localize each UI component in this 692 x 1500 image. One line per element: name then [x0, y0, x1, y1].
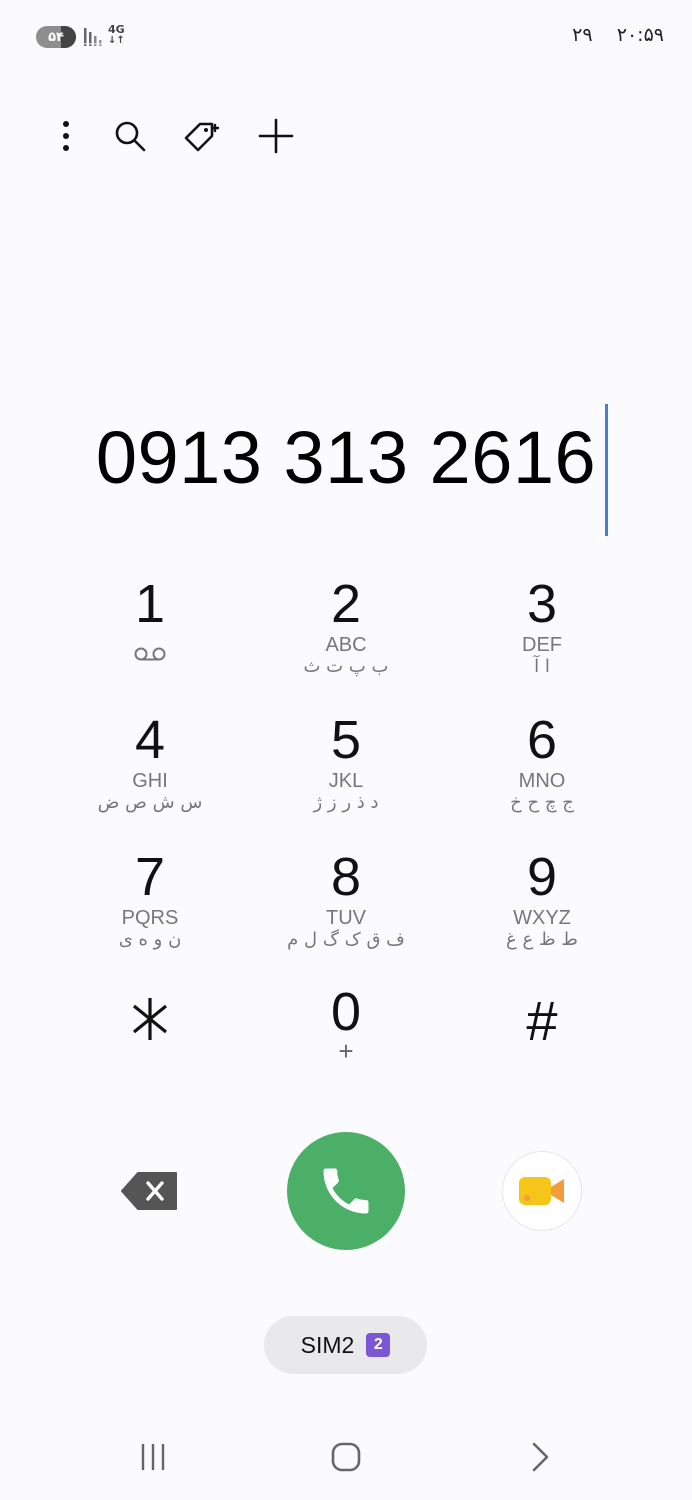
key-digit: 1: [134, 574, 166, 634]
backspace-icon: [121, 1172, 177, 1210]
key-digit: 4: [134, 710, 166, 770]
key-letters: TUV: [326, 907, 366, 929]
status-clock: ۲۰:۵۹: [616, 24, 664, 46]
tag-button[interactable]: [178, 112, 226, 160]
key-persian-letters: ج چ ح خ: [510, 792, 574, 813]
key-persian-letters: ن و ه ی: [118, 929, 182, 950]
key-8[interactable]: 8 TUV ف ق ک گ ل م: [246, 849, 446, 979]
key-digit: 8: [330, 847, 362, 907]
key-2[interactable]: 2 ABC ب پ ت ث: [246, 576, 446, 706]
voicemail-icon: [134, 647, 166, 661]
back-button[interactable]: [510, 1432, 570, 1482]
status-time: ۲۹ ۲۰:۵۹: [572, 24, 664, 46]
key-letters: PQRS: [121, 907, 179, 929]
sim-selector-button[interactable]: SIM2 2: [264, 1316, 427, 1374]
more-options-button[interactable]: [42, 112, 90, 160]
key-0[interactable]: 0 +: [246, 984, 446, 1114]
key-letters: MNO: [518, 770, 566, 792]
key-6[interactable]: 6 MNO ج چ ح خ: [442, 712, 642, 842]
add-contact-button[interactable]: [252, 112, 300, 160]
video-camera-icon: [519, 1177, 564, 1205]
sim-badge: 2: [366, 1333, 391, 1357]
key-3[interactable]: 3 DEF ا آ: [442, 576, 642, 706]
key-persian-letters: ا آ: [534, 656, 550, 677]
key-star[interactable]: [50, 990, 250, 1120]
key-letters: JKL: [328, 770, 364, 792]
sim-label: SIM2: [300, 1331, 355, 1358]
call-button[interactable]: [287, 1132, 405, 1250]
home-button[interactable]: [316, 1432, 376, 1482]
key-digit: #: [526, 989, 558, 1052]
backspace-button[interactable]: [118, 1170, 180, 1212]
key-hash[interactable]: #: [442, 990, 642, 1120]
key-1[interactable]: 1: [50, 576, 250, 706]
add-icon: [258, 118, 294, 154]
phone-icon: [323, 1168, 369, 1214]
search-icon: [115, 121, 146, 152]
key-plus: +: [338, 1036, 354, 1066]
key-digit: 2: [330, 574, 362, 634]
key-7[interactable]: 7 PQRS ن و ه ی: [50, 849, 250, 979]
key-persian-letters: ب پ ت ث: [303, 656, 389, 677]
key-persian-letters: س ش ص ض: [97, 792, 203, 813]
signal-strength-icon: [84, 28, 102, 46]
key-digit: 3: [526, 574, 558, 634]
key-5[interactable]: 5 JKL د ذ ر ز ژ: [246, 712, 446, 842]
key-persian-letters: د ذ ر ز ژ: [313, 792, 379, 813]
battery-indicator: ۵۴: [36, 26, 76, 48]
key-letters: GHI: [132, 770, 168, 792]
more-options-icon: [63, 121, 69, 151]
chevron-right-icon: [532, 1442, 549, 1472]
key-4[interactable]: 4 GHI س ش ص ض: [50, 712, 250, 842]
key-digit: 6: [526, 710, 558, 770]
home-icon: [331, 1442, 361, 1472]
key-9[interactable]: 9 WXYZ ط ظ ع غ: [442, 849, 642, 979]
network-type: 4G ↓↑: [108, 23, 125, 46]
search-button[interactable]: [106, 112, 154, 160]
key-digit: 9: [526, 847, 558, 907]
key-letters: WXYZ: [513, 907, 571, 929]
key-letters: ABC: [325, 634, 367, 656]
tag-icon: [184, 122, 220, 152]
key-persian-letters: ط ظ ع غ: [506, 929, 578, 950]
recent-apps-button[interactable]: [123, 1432, 183, 1482]
video-call-button[interactable]: [502, 1151, 582, 1231]
key-letters: DEF: [522, 634, 562, 656]
key-digit: 0: [330, 982, 362, 1042]
data-arrows-icon: ↓↑: [108, 35, 125, 46]
dialed-number[interactable]: 0913 313 2616: [0, 413, 692, 503]
key-persian-letters: ف ق ک گ ل م: [287, 929, 405, 950]
battery-level: ۵۴: [48, 29, 64, 45]
text-cursor: [605, 404, 608, 536]
key-digit: 7: [134, 847, 166, 907]
asterisk-icon: [132, 998, 168, 1040]
key-digit: 5: [330, 710, 362, 770]
recent-apps-icon: [141, 1444, 165, 1470]
status-date: ۲۹: [572, 24, 593, 46]
